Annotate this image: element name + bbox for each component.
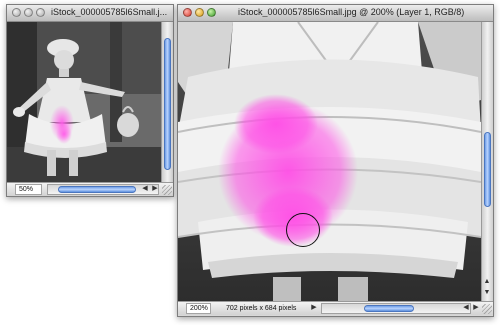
right-horizontal-scroll-thumb[interactable]	[364, 305, 414, 312]
left-scroll-right-arrow[interactable]: ▶	[151, 184, 159, 194]
right-scroll-up-arrow[interactable]: ▲	[483, 277, 491, 287]
right-scroll-down-arrow[interactable]: ▼	[483, 288, 491, 298]
brush-cursor	[286, 213, 320, 247]
close-button[interactable]	[183, 8, 192, 17]
document-size-info: 702 pixels x 684 pixels	[226, 305, 297, 312]
left-status-bar: 50% ◀ ▶	[7, 182, 173, 196]
left-window-title: iStock_000005785l6Small.j...	[51, 7, 168, 17]
left-image-canvas[interactable]	[7, 22, 161, 182]
left-image-thumbnail	[7, 22, 161, 182]
left-vertical-scrollbar[interactable]	[161, 22, 173, 182]
left-vertical-scroll-thumb[interactable]	[164, 38, 171, 170]
right-horizontal-scrollbar[interactable]	[321, 303, 471, 314]
minimize-button[interactable]	[24, 8, 33, 17]
close-button[interactable]	[12, 8, 21, 17]
right-vertical-scroll-thumb[interactable]	[484, 132, 491, 207]
right-image-zoomed	[178, 22, 481, 301]
right-image-canvas[interactable]	[178, 22, 481, 301]
right-resize-grip[interactable]	[482, 304, 492, 314]
left-scroll-left-arrow[interactable]: ◀	[141, 184, 149, 194]
left-zoom-level[interactable]: 50%	[15, 184, 42, 195]
zoom-button[interactable]	[36, 8, 45, 17]
right-vertical-scrollbar[interactable]: ▲ ▼	[481, 22, 493, 301]
left-document-window[interactable]: iStock_000005785l6Small.j... 50% ◀ ▶	[6, 4, 174, 197]
right-document-window[interactable]: iStock_000005785l6Small.jpg @ 200% (Laye…	[177, 4, 494, 317]
right-zoom-level[interactable]: 200%	[186, 303, 211, 314]
info-menu-arrow[interactable]: ▶	[310, 303, 318, 313]
left-titlebar[interactable]: iStock_000005785l6Small.j...	[7, 5, 173, 22]
left-horizontal-scroll-thumb[interactable]	[58, 186, 136, 193]
right-titlebar[interactable]: iStock_000005785l6Small.jpg @ 200% (Laye…	[178, 5, 493, 22]
zoom-button[interactable]	[207, 8, 216, 17]
minimize-button[interactable]	[195, 8, 204, 17]
left-resize-grip[interactable]	[162, 185, 172, 195]
right-scroll-right-arrow[interactable]: ▶	[472, 303, 480, 313]
right-status-bar: 200% 702 pixels x 684 pixels ▶ ◀ ▶	[178, 301, 493, 315]
right-scroll-left-arrow[interactable]: ◀	[462, 303, 470, 313]
right-window-title: iStock_000005785l6Small.jpg @ 200% (Laye…	[238, 7, 465, 17]
